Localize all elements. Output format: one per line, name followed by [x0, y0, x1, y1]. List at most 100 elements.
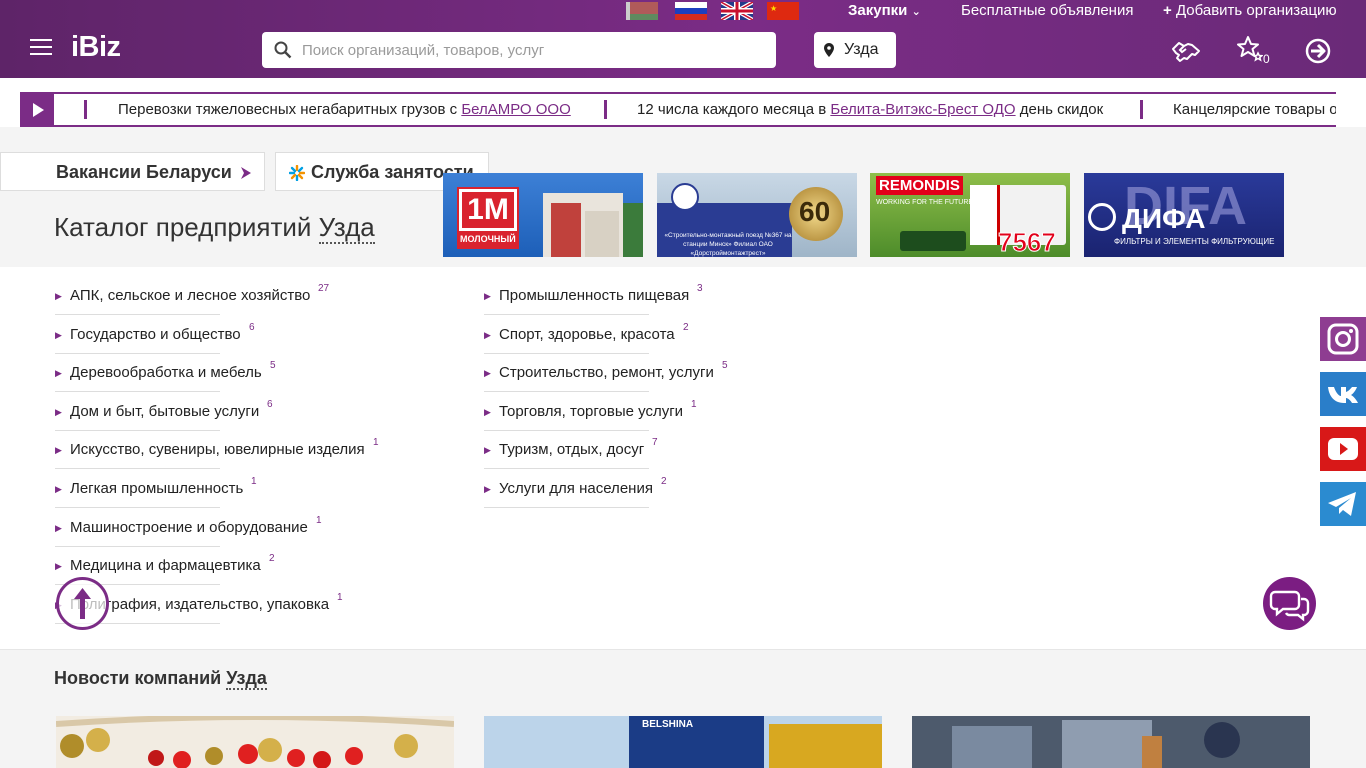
chevron-down-icon: ⌄ — [911, 6, 921, 18]
news-city-link[interactable]: Узда — [226, 668, 267, 690]
category-item[interactable]: ▶ Торговля, торговые услуги 1 — [484, 399, 697, 438]
zakupki-link[interactable]: Закупки ⌄ — [848, 2, 921, 19]
triangle-right-icon: ▶ — [55, 484, 62, 494]
category-item[interactable]: ▶ Дом и быт, бытовые услуги 6 — [55, 399, 273, 438]
category-item[interactable]: ▶ Промышленность пищевая 3 — [484, 283, 703, 322]
triangle-right-icon: ▶ — [55, 368, 62, 379]
ticker-separator — [604, 100, 607, 119]
category-divider — [55, 429, 220, 431]
banner-dorstroy-text: «Строительно-монтажный поезд №367 на ста… — [664, 232, 792, 257]
banner-tree-image — [623, 203, 643, 257]
search-input[interactable] — [302, 32, 762, 68]
triangle-right-icon: ▶ — [55, 291, 62, 301]
category-item[interactable]: ▶ Строительство, ремонт, услуги 5 — [484, 360, 728, 399]
triangle-right-icon: ▶ — [484, 484, 491, 494]
arrow-right-icon — [241, 167, 251, 179]
login-icon[interactable] — [1302, 35, 1334, 67]
banner-remondis-phone: 7567 — [998, 227, 1057, 258]
ticker-item: Перевозки тяжеловесных негабаритных груз… — [118, 101, 571, 118]
plus-icon: + — [1163, 2, 1172, 19]
triangle-right-icon: ▶ — [484, 445, 491, 456]
city-selector[interactable]: Узда — [814, 32, 896, 68]
youtube-icon — [1328, 438, 1358, 460]
category-label: Строительство, ремонт, услуги — [499, 364, 714, 382]
category-divider — [484, 391, 649, 393]
category-divider — [55, 468, 220, 470]
banner-1m-molochny[interactable]: 1M МОЛОЧНЫЙ — [443, 173, 643, 257]
top-header: ★ Закупки ⌄ Бесплатные объявления + Доба… — [0, 0, 1366, 78]
ticker-item-text: 12 числа каждого месяца в — [637, 101, 831, 118]
chat-button[interactable] — [1263, 577, 1316, 630]
category-item[interactable]: ▶ Спорт, здоровье, красота 2 — [484, 322, 689, 361]
add-organization-link[interactable]: + Добавить организацию — [1163, 2, 1337, 19]
banner-dorstroy[interactable]: «Строительно-монтажный поезд №367 на ста… — [657, 173, 857, 257]
category-count: 6 — [267, 398, 273, 410]
telegram-button[interactable] — [1320, 482, 1366, 526]
category-item[interactable]: ▶ АПК, сельское и лесное хозяйство 27 — [55, 283, 329, 322]
category-label: Медицина и фармацевтика — [70, 557, 261, 575]
search-icon[interactable] — [274, 41, 292, 59]
category-count: 27 — [318, 283, 330, 294]
triangle-right-icon: ▶ — [55, 522, 62, 533]
triangle-right-icon: ▶ — [484, 406, 491, 417]
ticker-item-link[interactable]: БелАМРО ООО — [461, 101, 570, 118]
employment-logo-icon — [289, 165, 305, 181]
telegram-icon — [1328, 492, 1356, 516]
banner-1m-logo: 1M МОЛОЧНЫЙ — [457, 187, 519, 249]
banner-anniversary-medal: 60 — [789, 187, 843, 241]
banner-1m-sub: МОЛОЧНЫЙ — [460, 234, 516, 244]
category-item[interactable]: ▶ Услуги для населения 2 — [484, 476, 667, 515]
flag-uk-icon[interactable] — [721, 2, 753, 20]
arrow-up-icon — [74, 588, 91, 619]
category-divider — [484, 507, 649, 508]
news-title-text: Новости компаний — [54, 668, 227, 688]
handshake-icon[interactable] — [1170, 35, 1202, 67]
banner-difa[interactable]: DIFA ДИФА ФИЛЬТРЫ И ЭЛЕМЕНТЫ ФИЛЬТРУЮЩИЕ — [1084, 173, 1284, 257]
category-label: АПК, сельское и лесное хозяйство — [70, 287, 311, 304]
category-item[interactable]: ▶ Машиностроение и оборудование 1 — [55, 515, 322, 554]
vacancies-button[interactable]: Вакансии Беларуси — [0, 152, 265, 191]
category-count: 2 — [661, 476, 667, 487]
banner-remondis[interactable]: REMONDIS WORKING FOR THE FUTURE 7567 — [870, 173, 1070, 257]
triangle-right-icon: ▶ — [484, 329, 491, 340]
news-ticker: Перевозки тяжеловесных негабаритных груз… — [20, 92, 1336, 127]
instagram-button[interactable] — [1320, 317, 1366, 361]
category-label: Машиностроение и оборудование — [70, 518, 308, 536]
zakupki-label: Закупки — [848, 2, 908, 19]
category-item[interactable]: ▶ Деревообработка и мебель 5 — [55, 360, 276, 399]
news-card-machinery[interactable] — [912, 716, 1310, 768]
menu-burger-icon[interactable] — [30, 39, 52, 55]
free-ads-link[interactable]: Бесплатные объявления — [961, 2, 1133, 19]
banner-difa-logo — [1088, 203, 1116, 231]
triangle-right-icon: ▶ — [55, 406, 62, 417]
news-title: Новости компаний Узда — [54, 668, 267, 690]
catalog-city-link[interactable]: Узда — [318, 212, 375, 244]
category-item[interactable]: ▶ Туризм, отдых, досуг 7 — [484, 437, 658, 476]
category-item[interactable]: ▶ Государство и общество 6 — [55, 322, 255, 361]
category-label: Туризм, отдых, досуг — [499, 441, 645, 459]
news-card-belshina[interactable]: BELSHINA — [484, 716, 882, 768]
svg-text:★: ★ — [770, 4, 777, 13]
flag-russia-icon[interactable] — [675, 2, 707, 20]
category-divider — [55, 545, 220, 547]
ticker-play-button[interactable] — [20, 94, 54, 125]
chat-bubbles-icon — [1269, 590, 1310, 622]
flag-china-icon[interactable]: ★ — [767, 2, 799, 20]
vk-icon — [1328, 387, 1358, 403]
favorites-button[interactable]: 0 — [1237, 35, 1277, 67]
vk-button[interactable] — [1320, 372, 1366, 416]
ticker-item[interactable]: Канцелярские товары оптом — [1173, 101, 1336, 118]
vacancies-label: Вакансии Беларуси — [56, 162, 232, 182]
ticker-item-text: день скидок — [1015, 101, 1104, 118]
category-label: Промышленность пищевая — [499, 287, 690, 304]
category-count: 1 — [251, 476, 257, 487]
news-card-balloons[interactable] — [56, 716, 454, 768]
ticker-item-link[interactable]: Белита-Витэкс-Брест ОДО — [830, 101, 1015, 118]
category-item[interactable]: ▶ Искусство, сувениры, ювелирные изделия 1 — [55, 437, 379, 476]
scroll-to-top-button[interactable] — [56, 577, 109, 630]
youtube-button[interactable] — [1320, 427, 1366, 471]
category-label: Дом и быт, бытовые услуги — [70, 402, 260, 420]
category-item[interactable]: ▶ Легкая промышленность 1 — [55, 476, 257, 515]
logo[interactable]: iBiz — [71, 31, 121, 64]
flag-belarus-icon[interactable] — [626, 2, 658, 20]
